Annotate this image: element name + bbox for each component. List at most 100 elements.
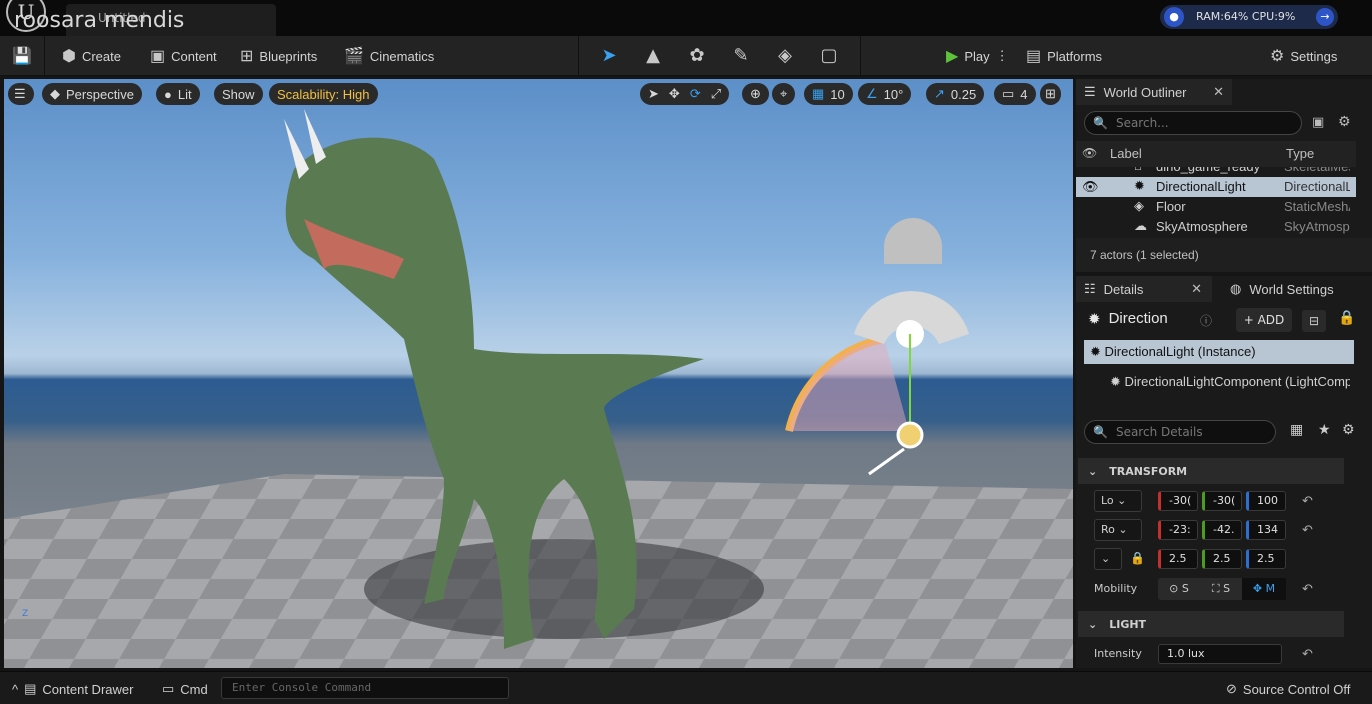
lit-sphere-icon: ● [164, 86, 172, 102]
cinematics-button[interactable]: 🎬 Cinematics [344, 44, 434, 68]
select-mode-icon[interactable]: ➤ [596, 44, 622, 68]
eye-icon[interactable]: 👁 [1082, 179, 1099, 195]
reset-arrow-icon[interactable]: ↶ [1302, 647, 1313, 662]
eye-icon[interactable]: 👁 [1082, 146, 1097, 160]
create-button[interactable]: ⬢ Create [62, 44, 121, 68]
scale-dropdown[interactable]: ⌄ [1094, 548, 1122, 570]
hamburger-icon: ☰ [14, 86, 26, 101]
trace-icon[interactable]: ● [1164, 7, 1184, 27]
play-button[interactable]: ▶ Play ⋮ [946, 44, 1009, 68]
landscape-mode-icon[interactable]: ▲ [640, 44, 666, 68]
details-search-input[interactable]: 🔍 Search Details [1084, 420, 1276, 444]
modeling-mode-icon[interactable]: ▢ [816, 44, 842, 68]
mobility-toggle[interactable]: ⊙ S ⛶ S ✥ M [1158, 578, 1286, 600]
lock-icon[interactable]: 🔒 [1338, 310, 1355, 326]
gear-icon[interactable]: ⚙ [1342, 422, 1355, 438]
chevron-down-icon: ⌄ [1088, 617, 1098, 631]
rotation-x[interactable]: -23: [1158, 520, 1198, 540]
content-drawer-label: Content Drawer [42, 681, 134, 697]
mesh-paint-mode-icon[interactable]: ✎ [728, 44, 754, 68]
scale-z[interactable]: 2.5 [1246, 549, 1286, 569]
location-z[interactable]: 100 [1246, 491, 1286, 511]
transform-section[interactable]: ⌄ TRANSFORM [1078, 458, 1344, 484]
grid-snap-button[interactable]: ▦ 10 [804, 83, 853, 105]
performance-indicator[interactable]: ● RAM:64% CPU:9% → [1160, 5, 1338, 29]
mobility-static[interactable]: ⊙ S [1158, 578, 1200, 600]
location-x[interactable]: -30( [1158, 491, 1198, 511]
source-control-button[interactable]: ⊘ Source Control Off [1226, 681, 1350, 697]
col-type[interactable]: Type [1286, 146, 1314, 161]
outliner-row[interactable]: ⌂ dino_game_ready SkeletalMesh [1076, 167, 1356, 177]
world-local-button[interactable]: ⊕ [742, 83, 769, 105]
transform-tools[interactable]: ➤ ✥ ⟳ ⤢ [640, 83, 730, 105]
content-drawer-button[interactable]: ^ ▤ Content Drawer [12, 681, 133, 697]
rotate-tool-icon[interactable]: ⟳ [690, 86, 701, 102]
row-type: SkeletalMesh [1284, 167, 1350, 174]
blueprints-button[interactable]: ⊞ Blueprints [240, 44, 317, 68]
reset-arrow-icon[interactable]: ↶ [1302, 582, 1313, 597]
scale-snap-button[interactable]: ↗ 0.25 [926, 83, 985, 105]
scale-y[interactable]: 2.5 [1202, 549, 1242, 569]
close-icon[interactable]: ✕ [1213, 84, 1224, 100]
scale-tool-icon[interactable]: ⤢ [711, 86, 721, 102]
console-input[interactable]: Enter Console Command [221, 677, 509, 699]
select-tool-icon[interactable]: ➤ [648, 86, 659, 102]
lit-button[interactable]: ● Lit [156, 83, 200, 105]
rotation-z[interactable]: 134 [1246, 520, 1286, 540]
rotation-dropdown[interactable]: Ro ⌄ [1094, 519, 1142, 541]
instance-row[interactable]: ✹ DirectionalLight (Instance) [1084, 340, 1354, 364]
more-options-icon[interactable]: ⋮ [996, 48, 1009, 64]
translate-tool-icon[interactable]: ✥ [669, 86, 680, 102]
camera-speed-button[interactable]: ▭ 4 [994, 83, 1036, 105]
foliage-mode-icon[interactable]: ✿ [684, 44, 710, 68]
save-button[interactable]: 💾 [12, 44, 32, 68]
add-component-button[interactable]: + ADD [1236, 308, 1292, 332]
scale-x[interactable]: 2.5 [1158, 549, 1198, 569]
gear-icon[interactable]: ⚙ [1338, 114, 1351, 130]
star-icon[interactable]: ★ [1318, 422, 1331, 438]
fracture-mode-icon[interactable]: ◈ [772, 44, 798, 68]
light-label: LIGHT [1109, 617, 1147, 631]
actor-name[interactable]: ✹ Direction [1088, 310, 1168, 328]
location-y[interactable]: -30( [1202, 491, 1242, 511]
perspective-button[interactable]: ◆ Perspective [42, 83, 142, 105]
reset-arrow-icon[interactable]: ↶ [1302, 523, 1313, 538]
directional-light-gizmo[interactable] [785, 218, 969, 476]
col-label[interactable]: Label [1110, 146, 1142, 161]
maximize-viewport-button[interactable]: ⊞ [1040, 83, 1061, 105]
scalability-label: Scalability: High [277, 86, 370, 102]
viewport-menu-button[interactable]: ☰ [8, 83, 34, 105]
rotation-snap-button[interactable]: ∠ 10° [858, 83, 912, 105]
close-icon[interactable]: ✕ [1191, 281, 1202, 297]
viewport-scene[interactable] [4, 79, 1073, 668]
arrow-right-icon[interactable]: → [1316, 8, 1334, 26]
scalability-button[interactable]: Scalability: High [269, 83, 378, 105]
reset-arrow-icon[interactable]: ↶ [1302, 494, 1313, 509]
outliner-search-input[interactable]: 🔍 Search... [1084, 111, 1302, 135]
intensity-input[interactable]: 1.0 lux [1158, 644, 1282, 664]
outliner-row[interactable]: ◈ Floor StaticMeshActor [1076, 197, 1356, 217]
location-dropdown[interactable]: Lo ⌄ [1094, 490, 1142, 512]
component-row[interactable]: ✹ DirectionalLightComponent (LightComp [1110, 374, 1350, 390]
cmd-button[interactable]: ▭ Cmd [162, 681, 208, 697]
outliner-row-selected[interactable]: 👁 ✹ DirectionalLight DirectionalLight [1076, 177, 1356, 197]
level-viewport[interactable]: ☰ ◆ Perspective ● Lit Show Scalability: Hi… [4, 79, 1073, 668]
settings-button[interactable]: ⚙ Settings [1270, 44, 1337, 68]
lock-icon[interactable]: 🔒 [1130, 551, 1145, 565]
light-section[interactable]: ⌄ LIGHT [1078, 611, 1344, 637]
surface-snap-button[interactable]: ⌖ [772, 83, 796, 105]
mobility-stationary[interactable]: ⛶ S [1200, 578, 1242, 600]
tab-world-outliner[interactable]: ☰ World Outliner ✕ [1076, 79, 1232, 105]
blueprint-component-icon[interactable]: ⊟ [1302, 310, 1326, 332]
show-button[interactable]: Show [214, 83, 263, 105]
content-button[interactable]: ▣ Content [150, 44, 217, 68]
mobility-movable[interactable]: ✥ M [1242, 578, 1286, 600]
platforms-button[interactable]: ▤ Platforms [1026, 44, 1102, 68]
rotation-y[interactable]: -42. [1202, 520, 1242, 540]
help-icon[interactable]: ⓘ [1200, 312, 1212, 329]
table-view-icon[interactable]: ▦ [1290, 422, 1303, 438]
new-folder-icon[interactable]: ▣ [1312, 115, 1324, 130]
tab-world-settings[interactable]: ◍ World Settings [1222, 276, 1372, 302]
tab-details[interactable]: ☷ Details ✕ [1076, 276, 1212, 302]
outliner-row[interactable]: ☁ SkyAtmosphere SkyAtmosphere [1076, 217, 1356, 237]
